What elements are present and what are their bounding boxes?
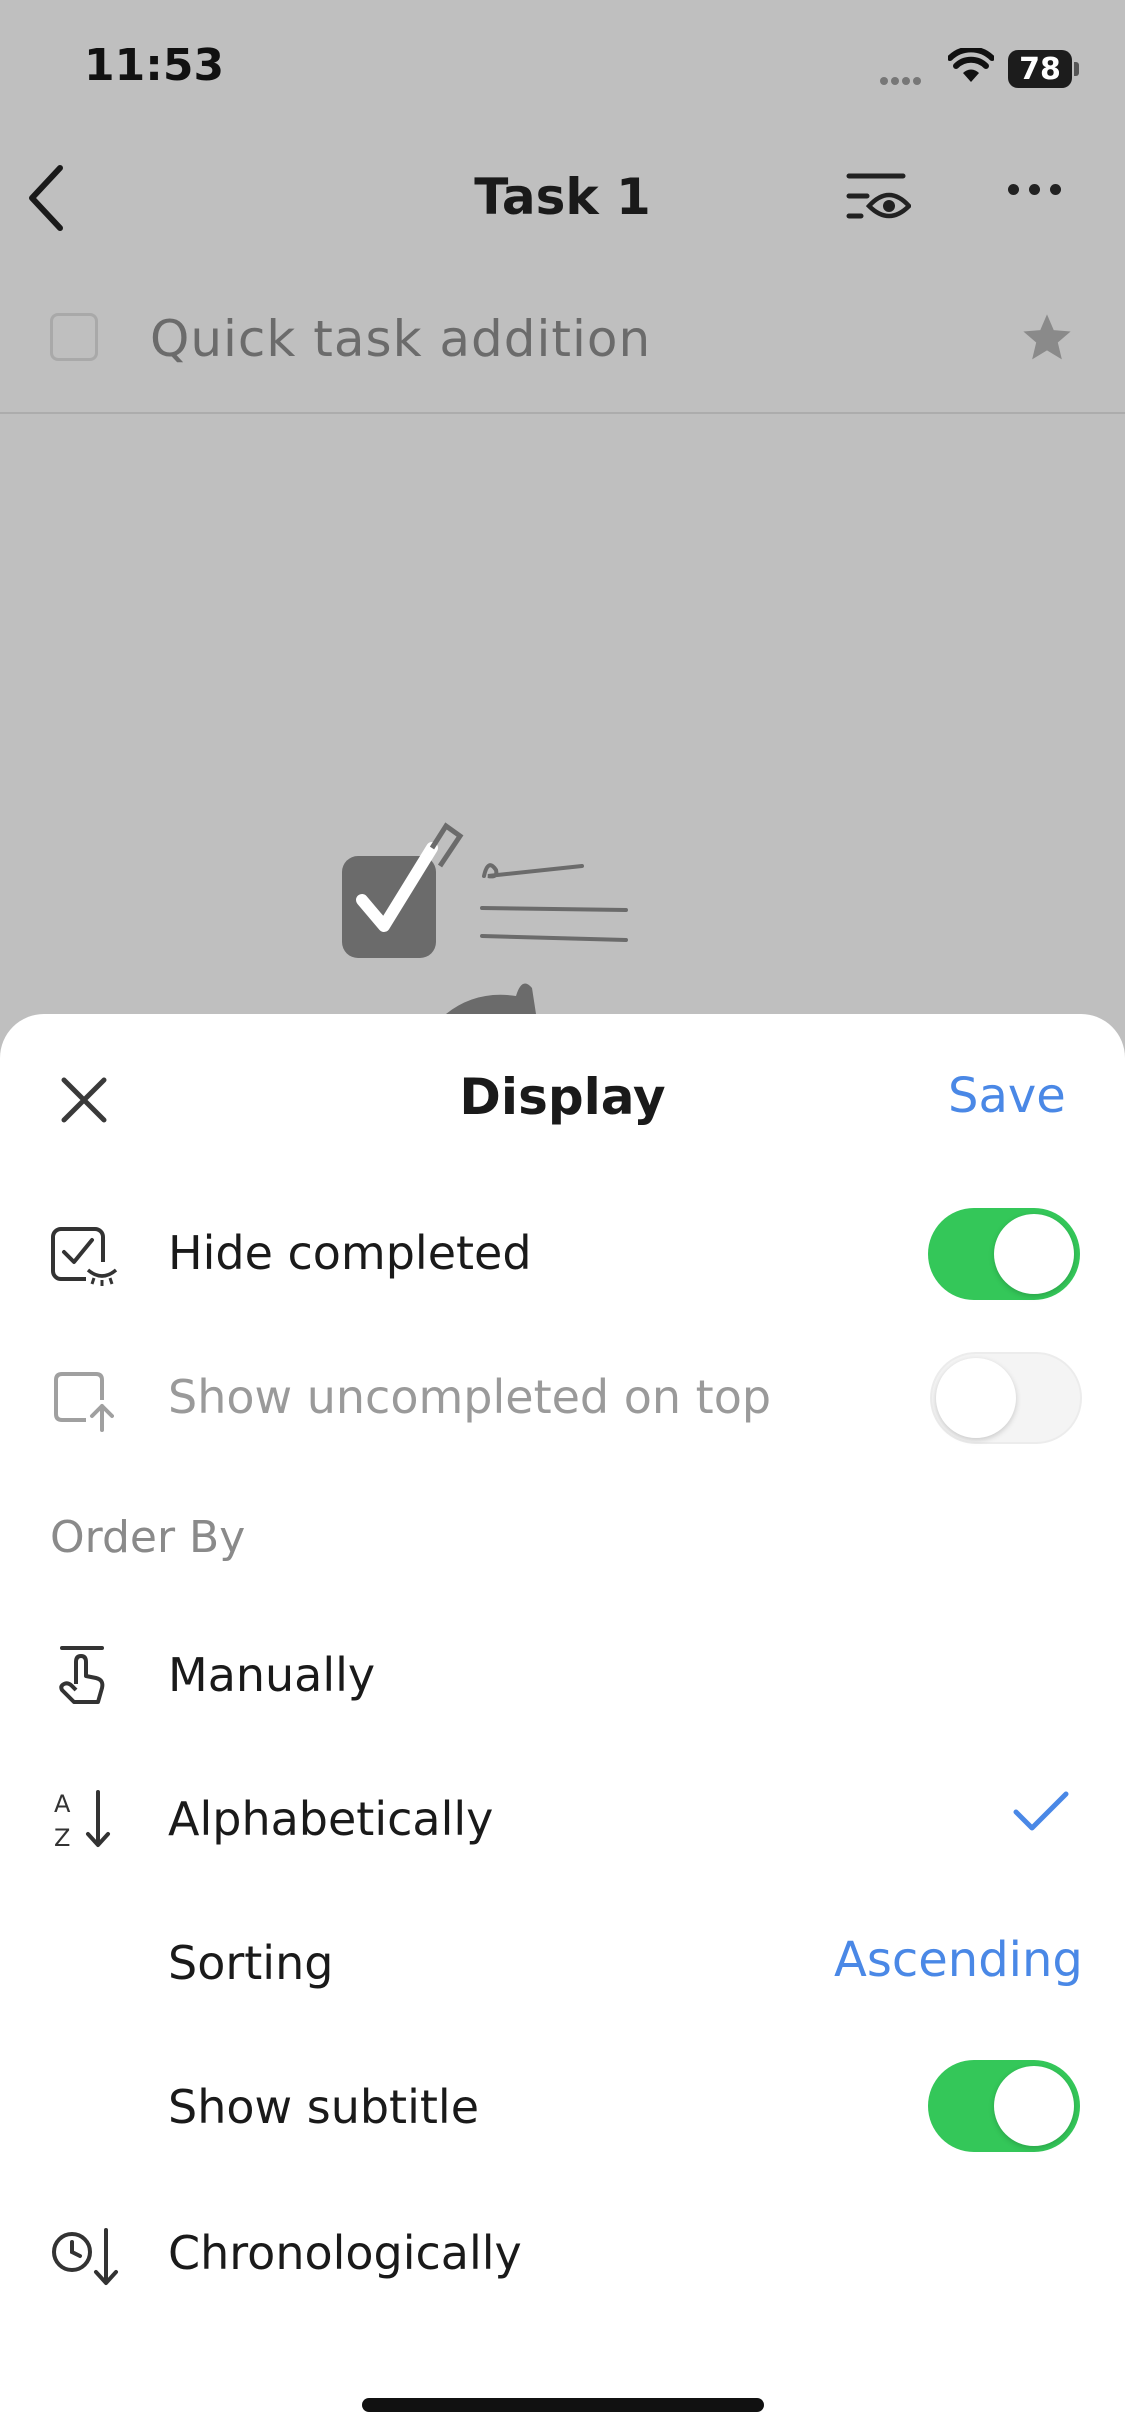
wifi-icon [947,46,995,88]
az-sort-icon: AZ [52,1788,118,1854]
sorting-label: Sorting [168,1936,334,1990]
show-uncompleted-toggle[interactable] [930,1352,1082,1444]
save-button[interactable]: Save [948,1068,1066,1124]
sorting-direction-button[interactable]: Ascending [834,1932,1083,1988]
show-subtitle-toggle[interactable] [928,2060,1080,2152]
svg-text:Z: Z [54,1824,70,1850]
view-filter-icon[interactable] [845,170,913,230]
hide-completed-label: Hide completed [168,1226,532,1280]
hide-completed-icon [50,1226,120,1290]
battery-icon: 78 [1008,50,1072,88]
show-uncompleted-label: Show uncompleted on top [168,1370,772,1424]
checkmark-icon [1012,1790,1070,1838]
divider [0,412,1125,414]
quick-add-input[interactable]: Quick task addition [150,310,651,368]
order-alphabetically-label[interactable]: Alphabetically [168,1792,493,1846]
battery-tip [1074,62,1079,76]
home-indicator[interactable] [362,2398,764,2412]
order-by-heading: Order By [50,1512,246,1563]
status-time: 11:53 [84,40,225,91]
star-icon[interactable] [1020,312,1074,368]
clock-sort-icon [50,2224,120,2290]
order-manually-label[interactable]: Manually [168,1648,375,1702]
toggle-knob [994,1214,1074,1294]
order-chronologically-label[interactable]: Chronologically [168,2226,522,2280]
cellular-signal-icon [880,70,924,89]
move-to-top-icon [52,1370,114,1436]
hand-drag-icon [54,1644,110,1712]
hide-completed-toggle[interactable] [928,1208,1080,1300]
toggle-knob [994,2066,1074,2146]
empty-state-illustration-icon [336,818,636,1018]
page-title: Task 1 [474,168,651,226]
quick-add-checkbox[interactable] [50,313,98,361]
svg-text:A: A [54,1790,71,1818]
more-options-icon[interactable] [1008,180,1071,199]
show-subtitle-label: Show subtitle [168,2080,479,2134]
toggle-knob [936,1358,1016,1438]
